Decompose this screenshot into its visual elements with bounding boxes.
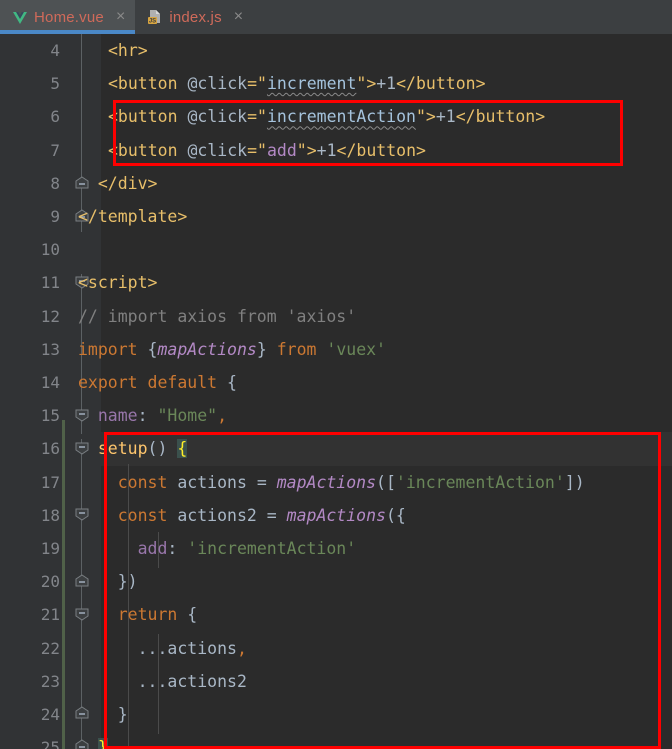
code-line-25[interactable]: }, xyxy=(78,731,118,749)
code-line-9[interactable]: </template> xyxy=(78,200,187,233)
code-line-23[interactable]: ...actions2 xyxy=(78,665,247,698)
code-line-12[interactable]: // import axios from 'axios' xyxy=(78,300,356,333)
tab-label: index.js xyxy=(169,8,222,26)
line-number: 22 xyxy=(40,638,60,658)
editor-tab-bar: Home.vue × JS index.js × xyxy=(0,0,672,34)
tab-home-vue[interactable]: Home.vue × xyxy=(0,0,136,34)
code-line-18[interactable]: const actions2 = mapActions({ xyxy=(78,499,406,532)
line-number: 9 xyxy=(50,207,60,226)
line-number: 16 xyxy=(40,439,60,459)
code-line-24[interactable]: } xyxy=(78,698,128,731)
code-line-6[interactable]: <button @click="incrementAction">+1</but… xyxy=(108,100,545,133)
code-line-16[interactable]: setup() { xyxy=(78,432,188,465)
close-icon[interactable]: × xyxy=(234,9,243,25)
code-editor[interactable]: 4 5 6 7 8 9 10 11 12 13 14 15 16 17 18 1… xyxy=(0,34,672,749)
code-line-20[interactable]: }) xyxy=(78,565,138,598)
line-number: 10 xyxy=(40,240,60,260)
vue-file-icon xyxy=(12,9,28,25)
js-file-icon: JS xyxy=(147,9,163,25)
line-number: 8 xyxy=(50,173,60,193)
line-number: 11 xyxy=(40,273,60,293)
code-line-8[interactable]: </div> xyxy=(78,167,158,200)
line-number: 19 xyxy=(40,539,60,558)
code-line-15[interactable]: name: "Home", xyxy=(78,399,227,432)
line-number: 17 xyxy=(40,472,60,492)
line-number: 14 xyxy=(40,373,60,392)
tab-index-js[interactable]: JS index.js × xyxy=(135,0,254,34)
svg-text:JS: JS xyxy=(149,19,156,25)
line-number: 7 xyxy=(50,140,60,160)
vcs-change-marker xyxy=(62,420,65,749)
line-number: 12 xyxy=(40,306,60,326)
line-number: 5 xyxy=(50,74,60,94)
line-number: 25 xyxy=(40,738,60,749)
line-number: 6 xyxy=(50,107,60,127)
line-number: 24 xyxy=(40,705,60,724)
tab-label: Home.vue xyxy=(34,8,104,26)
line-number: 23 xyxy=(40,671,60,691)
code-line-13[interactable]: import {mapActions} from 'vuex' xyxy=(78,333,386,366)
code-line-5[interactable]: <button @click="increment">+1</button> xyxy=(108,67,486,100)
code-line-19[interactable]: add: 'incrementAction' xyxy=(78,532,357,565)
close-icon[interactable]: × xyxy=(116,9,125,25)
line-number: 20 xyxy=(40,572,60,592)
code-line-17[interactable]: const actions = mapActions(['incrementAc… xyxy=(78,466,585,499)
code-line-11[interactable]: <script> xyxy=(78,266,157,299)
line-number: 18 xyxy=(40,505,60,525)
editor-window: Home.vue × JS index.js × 4 5 6 7 8 9 10 … xyxy=(0,0,672,749)
line-number: 15 xyxy=(40,406,60,426)
code-line-4[interactable]: <hr> xyxy=(108,34,148,67)
code-line-22[interactable]: ...actions, xyxy=(78,632,247,665)
code-line-14[interactable]: export default { xyxy=(78,366,237,399)
line-number: 21 xyxy=(40,605,60,625)
line-number: 13 xyxy=(40,339,60,359)
line-number: 4 xyxy=(50,41,60,60)
code-line-7[interactable]: <button @click="add">+1</button> xyxy=(108,134,426,167)
code-line-21[interactable]: return { xyxy=(78,598,197,631)
